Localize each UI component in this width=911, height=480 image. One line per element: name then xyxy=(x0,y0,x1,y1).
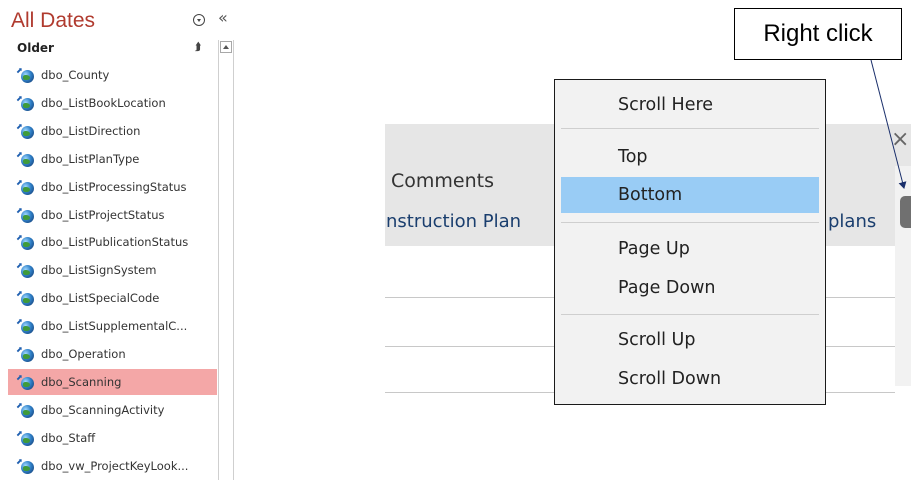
callout-arrow xyxy=(870,59,907,189)
callout-arrow-line xyxy=(870,59,907,189)
